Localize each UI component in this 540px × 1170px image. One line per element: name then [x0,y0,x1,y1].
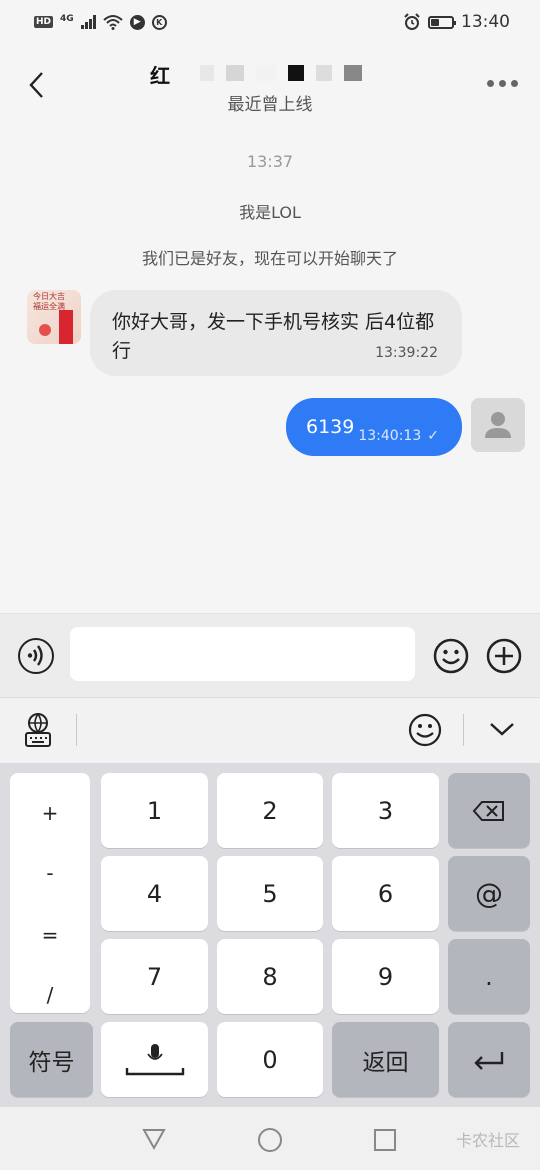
my-avatar[interactable] [471,398,525,452]
key-back[interactable]: 返回 [332,1022,439,1097]
battery-icon [428,15,456,29]
nav-recent-icon[interactable] [373,1128,397,1152]
key-backspace[interactable] [448,773,530,848]
system-message: 我是LOL [239,203,301,222]
enter-icon [474,1051,504,1070]
outgoing-message-time: 13:40:13 [358,428,422,444]
key-plus[interactable]: + [10,801,90,825]
key-space-voice[interactable] [101,1022,208,1097]
collapse-icon[interactable] [488,720,516,738]
key-slash[interactable]: / [10,983,90,1007]
key-6[interactable]: 6 [332,856,439,931]
message-input-bar [0,613,540,697]
message-input[interactable] [70,627,415,681]
online-status: 最近曾上线 [227,95,313,115]
network-type: 4G [60,14,74,24]
key-equals[interactable]: = [10,923,90,947]
microphone-icon [125,1043,184,1075]
key-2[interactable]: 2 [217,773,323,848]
status-left: HD 4G ▶ K [34,14,167,30]
more-icon[interactable] [487,80,518,87]
toolbar-divider [463,714,464,746]
system-message: 我们已是好友，现在可以开始聊天了 [141,249,398,268]
status-right: 13:40 [403,12,510,32]
incoming-message-bubble[interactable]: 你好大哥，发一下手机号核实 后4位都行 13:39:22 [90,290,462,376]
key-1[interactable]: 1 [101,773,208,848]
key-symbols[interactable]: 符号 [10,1022,93,1097]
emoji-icon[interactable] [433,638,469,674]
chat-timestamp: 13:37 [246,152,294,171]
outgoing-message-text: 6139 [306,416,355,438]
key-5[interactable]: 5 [217,856,323,931]
key-8[interactable]: 8 [217,939,323,1014]
read-check-icon: ✓ [427,428,439,444]
status-bar: HD 4G ▶ K 13:40 [0,0,540,44]
contact-avatar[interactable]: 今日大吉 福运全满 [27,290,81,344]
keyboard-emoji-icon[interactable] [408,713,442,747]
toolbar-divider [76,714,77,746]
key-0[interactable]: 0 [217,1022,323,1097]
key-9[interactable]: 9 [332,939,439,1014]
name-redaction [200,62,380,84]
plus-icon[interactable] [486,638,522,674]
key-at[interactable]: @ [448,856,530,931]
key-7[interactable]: 7 [101,939,208,1014]
chat-header: 红 最近曾上线 [0,44,540,128]
k-icon: K [151,14,167,30]
key-3[interactable]: 3 [332,773,439,848]
numeric-keyboard: + - = / 1 2 3 4 5 6 @ 7 8 9 . 符号 0 返回 [0,763,540,1107]
key-minus[interactable]: - [10,861,90,885]
key-dot[interactable]: . [448,939,530,1014]
signal-icon [80,15,96,29]
system-nav-bar: 卡农社区 [0,1107,540,1170]
keyboard-language-icon[interactable] [23,712,53,748]
hd-indicator: HD [34,16,54,28]
person-icon [485,412,511,438]
wifi-icon [103,15,123,30]
clock: 13:40 [461,12,510,32]
incoming-message-time: 13:39:22 [375,345,438,361]
play-icon: ▶ [129,14,145,30]
nav-back-icon[interactable] [141,1127,167,1151]
backspace-icon [472,800,504,821]
symbol-column[interactable]: + - = / [10,773,90,1013]
key-enter[interactable] [448,1022,530,1097]
key-4[interactable]: 4 [101,856,208,931]
voice-icon[interactable] [18,638,54,674]
outgoing-message-bubble[interactable]: 6139 13:40:13 ✓ [286,398,462,456]
watermark: 卡农社区 [455,1131,520,1150]
alarm-icon [404,13,420,30]
nav-home-icon[interactable] [257,1127,283,1153]
keyboard-toolbar [0,697,540,763]
